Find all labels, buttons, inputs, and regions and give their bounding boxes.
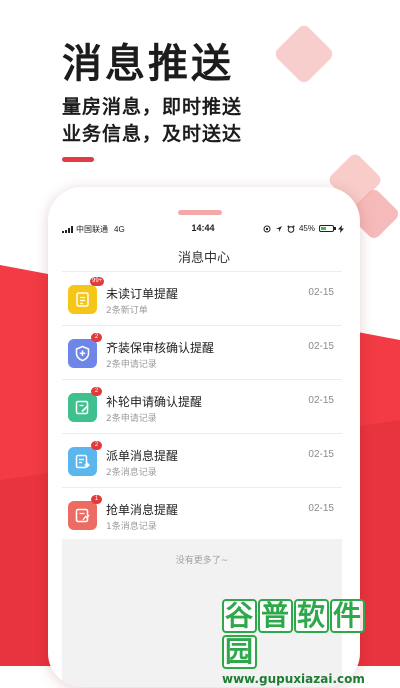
hero-section: 消息推送 量房消息，即时推送 业务信息，及时送达 bbox=[62, 40, 242, 162]
message-item-unread-orders[interactable]: 99+ 未读订单提醒 2条新订单 02-15 bbox=[62, 271, 342, 326]
watermark-char: 软 bbox=[294, 599, 330, 633]
message-title: 抢单消息提醒 bbox=[106, 503, 179, 517]
alarm-icon bbox=[287, 225, 295, 233]
message-item-grab-order[interactable]: 1 抢单消息提醒 1条消息记录 02-15 bbox=[62, 488, 342, 542]
message-date: 02-15 bbox=[308, 395, 334, 406]
unread-badge: 2 bbox=[91, 333, 102, 342]
message-date: 02-15 bbox=[308, 287, 334, 298]
screen-title: 消息中心 bbox=[177, 251, 230, 266]
hero-subtitle-line1: 量房消息，即时推送 bbox=[62, 96, 243, 118]
clipboard-icon bbox=[68, 285, 97, 314]
battery-percent: 45% bbox=[298, 224, 315, 233]
message-subtitle: 2条申请记录 bbox=[106, 360, 157, 370]
edit-document-icon bbox=[68, 393, 97, 422]
unread-badge: 99+ bbox=[90, 277, 105, 286]
message-title: 未读订单提醒 bbox=[106, 287, 179, 301]
message-subtitle: 2条申请记录 bbox=[106, 414, 157, 424]
message-date: 02-15 bbox=[308, 341, 334, 352]
location-arrow-icon bbox=[275, 225, 282, 232]
message-item-wheel-request[interactable]: 2 补轮申请确认提醒 2条申请记录 02-15 bbox=[62, 380, 342, 434]
unread-badge: 2 bbox=[91, 441, 102, 450]
message-date: 02-15 bbox=[308, 503, 334, 514]
message-title: 齐装保审核确认提醒 bbox=[106, 341, 215, 355]
watermark-char: 谷 bbox=[222, 599, 258, 633]
watermark-url: www.gupuxiazai.com bbox=[222, 672, 365, 686]
message-title: 派单消息提醒 bbox=[106, 449, 179, 463]
phone-speaker bbox=[178, 210, 222, 215]
watermark-char: 园 bbox=[222, 635, 258, 669]
no-more-text: 没有更多了~ bbox=[175, 556, 229, 566]
unread-badge: 2 bbox=[91, 387, 102, 396]
battery-icon bbox=[319, 225, 336, 232]
message-date: 02-15 bbox=[308, 449, 334, 460]
message-subtitle: 2条消息记录 bbox=[106, 468, 157, 478]
watermark-char: 件 bbox=[330, 599, 366, 633]
charging-bolt-icon bbox=[338, 224, 344, 233]
send-document-icon bbox=[68, 447, 97, 476]
message-list: 99+ 未读订单提醒 2条新订单 02-15 2 齐装保审核确认提醒 2条申请记… bbox=[62, 271, 342, 542]
status-bar: 中国联通 4G 14:44 45% bbox=[62, 223, 344, 237]
lock-rotation-icon bbox=[263, 225, 271, 232]
hero-subtitle-line2: 业务信息，及时送达 bbox=[62, 123, 243, 145]
message-item-insurance-review[interactable]: 2 齐装保审核确认提醒 2条申请记录 02-15 bbox=[62, 326, 342, 380]
grab-document-icon bbox=[68, 501, 97, 530]
watermark-logo: 谷普软件园 www.gupuxiazai.com bbox=[222, 598, 398, 686]
message-title: 补轮申请确认提醒 bbox=[106, 395, 203, 409]
message-subtitle: 1条消息记录 bbox=[106, 522, 157, 532]
message-item-dispatch[interactable]: 2 派单消息提醒 2条消息记录 02-15 bbox=[62, 434, 342, 488]
hero-underline bbox=[62, 157, 94, 162]
shield-plus-icon bbox=[68, 339, 97, 368]
message-subtitle: 2条新订单 bbox=[106, 306, 148, 316]
watermark-char: 普 bbox=[258, 599, 294, 633]
unread-badge: 1 bbox=[91, 495, 102, 504]
hero-title: 消息推送 bbox=[62, 41, 234, 87]
